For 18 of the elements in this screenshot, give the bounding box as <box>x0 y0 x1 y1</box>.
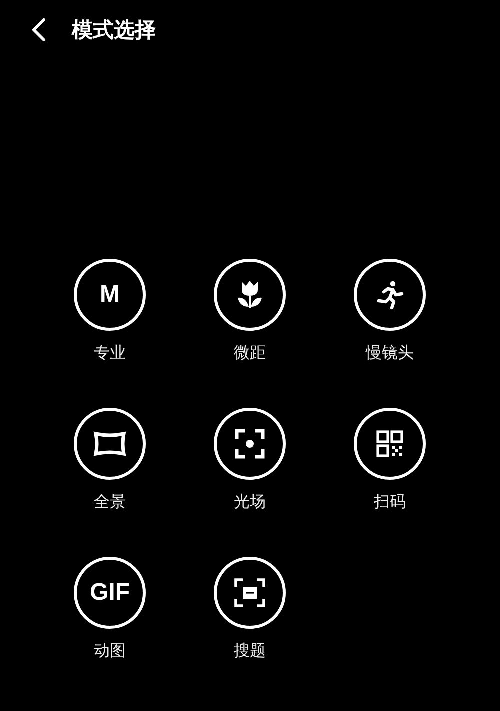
mode-label: 搜题 <box>234 641 266 662</box>
mode-label: 扫码 <box>374 492 406 513</box>
mode-button[interactable]: GIF <box>74 557 146 629</box>
mode-label: 专业 <box>94 343 126 364</box>
mode-label: 光场 <box>234 492 266 513</box>
qr-code-icon <box>376 430 404 458</box>
tulip-icon <box>237 280 263 310</box>
mode-label: 慢镜头 <box>366 343 414 364</box>
scan-text-icon <box>234 578 266 608</box>
focus-frame-icon <box>235 429 265 459</box>
mode-label: 全景 <box>94 492 126 513</box>
back-icon <box>32 18 46 42</box>
mode-button[interactable]: M <box>74 259 146 331</box>
mode-label: 微距 <box>234 343 266 364</box>
mode-label: 动图 <box>94 641 126 662</box>
running-person-icon <box>375 280 405 310</box>
panorama-icon <box>93 431 127 457</box>
page-title: 模式选择 <box>72 17 156 44</box>
